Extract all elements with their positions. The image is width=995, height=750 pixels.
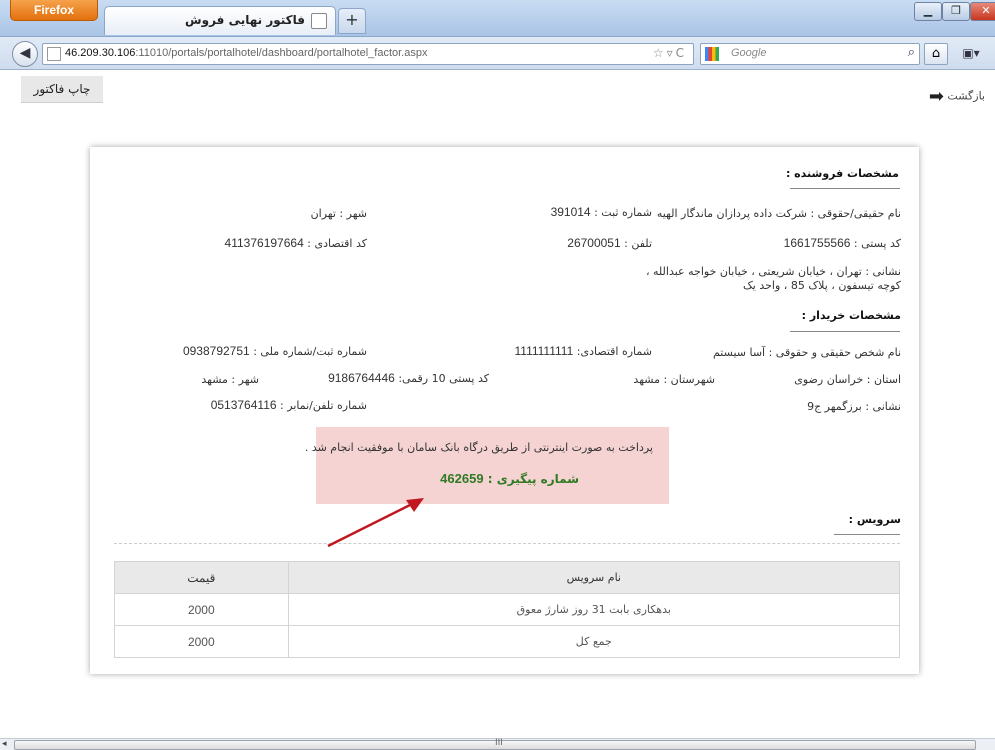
seller-address-line1: نشانی : تهران ، خیابان شریعتی ، خیابان خ…: [645, 265, 901, 278]
seller-phone: تلفن : 26700051: [567, 236, 652, 250]
buyer-econ-value: 1111111111: [514, 344, 574, 358]
table-total-row: 2000 جمع کل: [114, 625, 901, 658]
services-table: قیمت نام سرویس 2000 بدهکاری بابت 31 روز …: [114, 561, 901, 658]
buyer-heading: مشخصات خریدار :: [801, 309, 901, 322]
column-header-price: قیمت: [114, 561, 289, 594]
buyer-econ-number: شماره اقتصادی: 1111111111: [515, 344, 652, 358]
dropdown-icon[interactable]: ▿: [667, 46, 676, 60]
url-text[interactable]: 46.209.30.106:11010/portals/portalhotel/…: [65, 47, 427, 59]
addon-icon: ▣▾: [962, 46, 980, 60]
seller-heading: مشخصات فروشنده :: [785, 167, 899, 180]
buyer-econ-label: شماره اقتصادی:: [576, 345, 652, 358]
url-bar-icons[interactable]: ☆▿C: [653, 46, 687, 60]
buyer-county: شهرستان : مشهد: [633, 373, 715, 386]
buyer-national-id: شماره ثبت/شماره ملی : 0938792751: [183, 344, 367, 358]
scroll-left-icon[interactable]: ◂: [2, 739, 7, 749]
seller-reg-value: 391014: [550, 205, 591, 219]
close-window-button[interactable]: ✕: [970, 2, 995, 21]
seller-econ-code: کد اقتصادی : 411376197664: [225, 236, 367, 250]
seller-heading-underline: [790, 188, 900, 189]
buyer-postal-label: کد پستی 10 رقمی:: [398, 372, 489, 385]
bookmark-star-icon[interactable]: ☆: [653, 46, 667, 60]
total-label-cell: جمع کل: [287, 625, 901, 658]
browser-back-button[interactable]: ◀: [12, 41, 38, 67]
navigation-toolbar: ◀ 46.209.30.106:11010/portals/portalhote…: [0, 37, 995, 70]
search-input[interactable]: Google: [731, 47, 766, 59]
seller-postal-value: 1661755566: [783, 236, 851, 250]
buyer-postal: کد پستی 10 رقمی: 9186764446: [328, 371, 489, 385]
url-host: 46.209.30.106: [65, 47, 136, 59]
buyer-address: نشانی : برزگمهر ج9: [807, 400, 901, 413]
seller-econ-value: 411376197664: [224, 236, 304, 250]
url-bar[interactable]: 46.209.30.106:11010/portals/portalhotel/…: [42, 43, 694, 65]
google-engine-icon[interactable]: [705, 47, 719, 61]
seller-postal-label: کد پستی :: [853, 237, 901, 250]
arrow-right-icon: ➡: [928, 86, 944, 107]
firefox-menu-button[interactable]: Firefox: [10, 0, 98, 21]
table-row: 2000 بدهکاری بابت 31 روز شارژ معوق: [114, 593, 901, 626]
buyer-phone-label: شماره تلفن/نمابر :: [280, 399, 367, 412]
seller-name: نام حقیقی/حقوقی : شرکت داده پردازان ماند…: [656, 207, 901, 220]
service-name-cell: بدهکاری بابت 31 روز شارژ معوق: [287, 593, 901, 626]
seller-phone-label: تلفن :: [624, 237, 652, 250]
tracking-value: 462659: [440, 471, 484, 486]
buyer-name: نام شخص حقیقی و حقوقی : آسا سیستم: [712, 346, 901, 359]
buyer-heading-underline: [790, 331, 900, 332]
payment-success-message: پرداخت به صورت اینترنتی از طریق درگاه با…: [304, 441, 653, 454]
buyer-province: استان : خراسان رضوی: [794, 373, 901, 386]
horizontal-scrollbar[interactable]: ◂ III: [0, 738, 995, 750]
buyer-city: شهر : مشهد: [201, 373, 259, 386]
annotation-arrow-icon: [327, 498, 424, 548]
buyer-phone-value: 0513764116: [210, 398, 277, 412]
print-invoice-button[interactable]: چاپ فاکتور: [21, 76, 103, 103]
table-header-row: قیمت نام سرویس: [114, 561, 901, 594]
seller-city: شهر : تهران: [310, 207, 367, 220]
services-heading: سرویس :: [848, 513, 901, 526]
reload-icon[interactable]: C: [676, 46, 687, 60]
addon-menu-button[interactable]: ▣▾: [952, 43, 990, 63]
services-divider: [114, 543, 900, 544]
tracking-number: شماره پیگیری : 462659: [440, 471, 579, 486]
buyer-phone: شماره تلفن/نمابر : 0513764116: [211, 398, 367, 412]
buyer-national-value: 0938792751: [182, 344, 250, 358]
column-header-service-name: نام سرویس: [287, 561, 901, 594]
home-button[interactable]: ⌂: [924, 43, 948, 65]
tab-title: فاکتور نهایی فروش: [185, 13, 305, 27]
new-tab-button[interactable]: +: [338, 8, 366, 34]
url-path: :11010/portals/portalhotel/dashboard/por…: [135, 47, 428, 59]
tracking-label: شماره پیگیری :: [487, 472, 579, 486]
seller-postal: کد پستی : 1661755566: [784, 236, 901, 250]
total-price-cell: 2000: [114, 625, 289, 658]
minimize-button[interactable]: ▁: [914, 2, 942, 21]
maximize-button[interactable]: ❐: [942, 2, 970, 21]
browser-titlebar: Firefox فاکتور نهایی فروش + ▁ ❐ ✕: [0, 0, 995, 37]
home-icon: ⌂: [931, 46, 941, 61]
tab-favicon-icon: [311, 13, 327, 29]
search-icon[interactable]: ⌕: [908, 45, 915, 60]
site-identity-icon: [47, 47, 61, 61]
seller-address-line2: کوچه تیسفون ، پلاک 85 ، واحد یک: [742, 279, 901, 292]
seller-reg-label: شماره ثبت :: [594, 206, 652, 219]
back-link-label: بازگشت: [947, 89, 985, 103]
scrollbar-grip-icon: III: [495, 738, 503, 748]
search-bar[interactable]: Google ⌕: [700, 43, 920, 65]
seller-econ-label: کد اقتصادی :: [307, 237, 367, 250]
services-heading-underline: [834, 534, 900, 535]
invoice-card: مشخصات فروشنده : نام حقیقی/حقوقی : شرکت …: [90, 147, 919, 674]
browser-tab[interactable]: فاکتور نهایی فروش: [104, 6, 336, 35]
service-price-cell: 2000: [114, 593, 289, 626]
buyer-postal-value: 9186764446: [328, 371, 395, 385]
back-link[interactable]: بازگشت ➡: [925, 86, 985, 107]
back-arrow-icon: ◀: [19, 45, 31, 61]
buyer-national-label: شماره ثبت/شماره ملی :: [253, 345, 367, 358]
seller-phone-value: 26700051: [567, 236, 621, 250]
seller-reg-number: شماره ثبت : 391014: [551, 205, 652, 219]
